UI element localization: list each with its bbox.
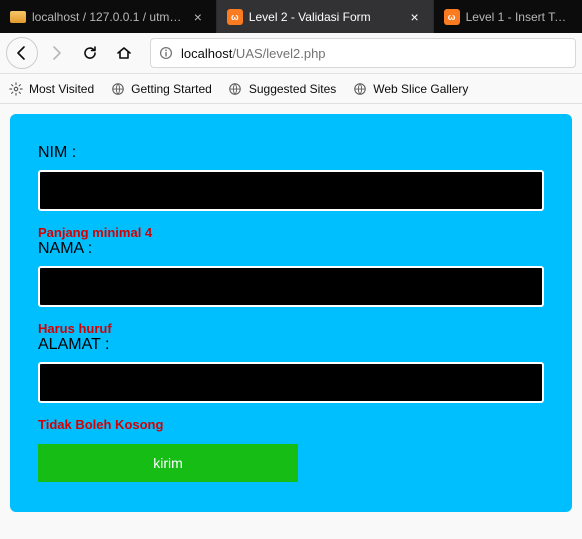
globe-icon [110, 81, 125, 96]
alamat-label: ALAMAT : [38, 336, 544, 354]
browser-navbar: localhost/UAS/level2.php [0, 33, 582, 74]
info-icon [159, 46, 173, 60]
url-text: localhost/UAS/level2.php [181, 46, 326, 61]
form-card: NIM : Panjang minimal 4 NAMA : Harus hur… [10, 114, 572, 512]
back-button[interactable] [6, 37, 38, 69]
home-icon [116, 45, 132, 61]
arrow-right-icon [48, 45, 64, 61]
browser-tab[interactable]: ω Level 1 - Insert Tabe [434, 0, 582, 33]
favicon-xampp-icon: ω [444, 9, 460, 25]
page-content: NIM : Panjang minimal 4 NAMA : Harus hur… [0, 104, 582, 522]
favicon-xampp-icon: ω [227, 9, 243, 25]
forward-button[interactable] [40, 37, 72, 69]
bookmark-label: Web Slice Gallery [373, 82, 468, 96]
tab-close-icon[interactable]: × [407, 9, 423, 25]
url-bar[interactable]: localhost/UAS/level2.php [150, 38, 576, 68]
nim-input[interactable] [38, 170, 544, 211]
tab-title: localhost / 127.0.0.1 / utm / ma [32, 10, 184, 24]
reload-icon [82, 45, 98, 61]
reload-button[interactable] [74, 37, 106, 69]
bookmarks-bar: Most Visited Getting Started Suggested S… [0, 74, 582, 104]
nim-error: Panjang minimal 4 [38, 225, 544, 240]
gear-icon [8, 81, 23, 96]
nama-label: NAMA : [38, 240, 544, 258]
tab-close-icon[interactable]: × [190, 9, 206, 25]
globe-icon [228, 81, 243, 96]
tab-title: Level 1 - Insert Tabe [466, 10, 572, 24]
home-button[interactable] [108, 37, 140, 69]
nim-label: NIM : [38, 144, 544, 162]
favicon-phpmyadmin-icon [10, 9, 26, 25]
bookmark-web-slice-gallery[interactable]: Web Slice Gallery [352, 81, 468, 96]
bookmark-label: Most Visited [29, 82, 94, 96]
bookmark-label: Suggested Sites [249, 82, 336, 96]
alamat-error: Tidak Boleh Kosong [38, 417, 544, 432]
alamat-input[interactable] [38, 362, 544, 403]
browser-tab[interactable]: ω Level 2 - Validasi Form × [217, 0, 434, 33]
nama-input[interactable] [38, 266, 544, 307]
tab-title: Level 2 - Validasi Form [249, 10, 401, 24]
submit-button[interactable]: kirim [38, 444, 298, 482]
bookmark-label: Getting Started [131, 82, 212, 96]
nama-error: Harus huruf [38, 321, 544, 336]
bookmark-getting-started[interactable]: Getting Started [110, 81, 212, 96]
globe-icon [352, 81, 367, 96]
arrow-left-icon [14, 45, 30, 61]
browser-tab[interactable]: localhost / 127.0.0.1 / utm / ma × [0, 0, 217, 33]
bookmark-suggested-sites[interactable]: Suggested Sites [228, 81, 336, 96]
browser-tab-strip: localhost / 127.0.0.1 / utm / ma × ω Lev… [0, 0, 582, 33]
bookmark-most-visited[interactable]: Most Visited [8, 81, 94, 96]
